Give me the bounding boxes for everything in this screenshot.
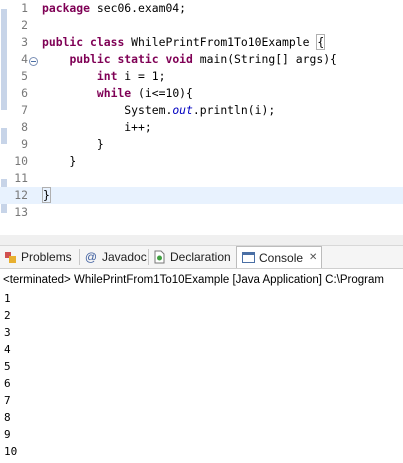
code-token: main(String[] args){	[192, 52, 337, 66]
code-text: while (i<=10){	[42, 85, 193, 102]
console-output-line: 7	[4, 394, 11, 407]
console-output-line: 6	[4, 377, 11, 390]
console-output-line: 2	[4, 309, 11, 322]
code-token: }	[42, 187, 51, 203]
code-token: sec06.exam04;	[90, 1, 187, 15]
tab-problems[interactable]: Problems	[3, 246, 72, 268]
line-number: 5	[21, 69, 28, 83]
code-line[interactable]: 10 }	[0, 153, 403, 170]
code-token: while	[96, 86, 132, 100]
code-line[interactable]: 11	[0, 170, 403, 187]
code-token: i++;	[42, 120, 152, 134]
code-text: package sec06.exam04;	[42, 0, 186, 17]
code-token: static	[117, 52, 159, 66]
code-token: public	[42, 35, 84, 49]
code-token: }	[42, 137, 104, 151]
code-text: i++;	[42, 119, 152, 136]
code-token: public	[69, 52, 111, 66]
line-number: 2	[21, 18, 28, 32]
tab-declaration[interactable]: Declaration	[152, 246, 231, 268]
code-text: }	[42, 153, 76, 170]
line-number: 1	[21, 1, 28, 15]
console-output-line: 10	[4, 445, 18, 458]
tab-javadoc-label: Javadoc	[102, 250, 147, 264]
line-number: 8	[21, 120, 28, 134]
view-splitter[interactable]	[0, 235, 403, 246]
close-icon[interactable]: ✕	[309, 252, 317, 263]
problems-icon	[3, 250, 17, 264]
code-text: }	[42, 136, 104, 153]
code-line[interactable]: 3 public class WhilePrintFrom1To10Example…	[0, 34, 403, 51]
console-output-line: 8	[4, 411, 11, 424]
tab-divider	[148, 249, 149, 265]
console-icon	[241, 251, 255, 265]
code-line[interactable]: 6 while (i<=10){	[0, 85, 403, 102]
code-line[interactable]: 4 public static void main(String[] args)…	[0, 51, 403, 68]
code-line[interactable]: 5 int i = 1;	[0, 68, 403, 85]
code-token: WhilePrintFrom1To10Example	[124, 35, 317, 49]
code-editor[interactable]: 1 package sec06.exam04; 2 3 public class Whi…	[0, 0, 403, 235]
declaration-icon	[152, 250, 166, 264]
code-token: System.	[42, 103, 173, 117]
console-output-line: 1	[4, 292, 11, 305]
code-line[interactable]: 12}	[0, 187, 403, 204]
console-output-line: 3	[4, 326, 11, 339]
bottom-tabbar: Problems @ Javadoc Declaration Console ✕	[0, 246, 403, 269]
code-line[interactable]: 7 System.out.println(i);	[0, 102, 403, 119]
line-number: 10	[14, 154, 28, 168]
tab-console[interactable]: Console ✕	[236, 246, 323, 268]
code-text: }	[42, 187, 51, 204]
console-output-line: 5	[4, 360, 11, 373]
code-text: public class WhilePrintFrom1To10Example …	[42, 34, 326, 51]
console-output: 1 2 3 4 5 6 7 8 9 10	[4, 290, 17, 460]
tab-divider	[79, 249, 80, 265]
tab-problems-label: Problems	[21, 250, 72, 264]
code-token: out	[172, 103, 193, 117]
code-text: System.out.println(i);	[42, 102, 275, 119]
tab-declaration-label: Declaration	[170, 250, 231, 264]
line-number: 9	[21, 137, 28, 151]
code-token: i = 1;	[117, 69, 166, 83]
code-text: int i = 1;	[42, 68, 166, 85]
line-number: 12	[14, 188, 28, 202]
code-token: int	[96, 69, 118, 83]
code-line[interactable]: 1 package sec06.exam04;	[0, 0, 403, 17]
fold-collapse-icon[interactable]	[29, 54, 38, 66]
code-token: (i<=10){	[131, 86, 193, 100]
code-token: class	[90, 35, 125, 49]
line-number: 11	[14, 171, 28, 185]
code-token: package	[42, 1, 91, 15]
code-line[interactable]: 8 i++;	[0, 119, 403, 136]
line-number: 7	[21, 103, 28, 117]
line-number: 4	[21, 52, 28, 66]
tab-javadoc[interactable]: @ Javadoc	[84, 246, 147, 268]
line-number: 13	[14, 205, 28, 219]
line-number: 3	[21, 35, 28, 49]
line-number: 6	[21, 86, 28, 100]
code-line[interactable]: 9 }	[0, 136, 403, 153]
console-output-line: 9	[4, 428, 11, 441]
console-status: <terminated> WhilePrintFrom1To10Example …	[3, 274, 384, 286]
code-token: void	[165, 52, 193, 66]
code-line[interactable]: 2	[0, 17, 403, 34]
code-token: }	[42, 154, 77, 168]
console-output-line: 4	[4, 343, 11, 356]
code-token: .println(i);	[192, 103, 276, 117]
javadoc-icon: @	[84, 250, 98, 264]
code-line[interactable]: 13	[0, 204, 403, 221]
code-token: {	[316, 34, 326, 50]
tab-console-label: Console	[259, 250, 304, 265]
code-text: public static void main(String[] args){	[42, 51, 337, 68]
